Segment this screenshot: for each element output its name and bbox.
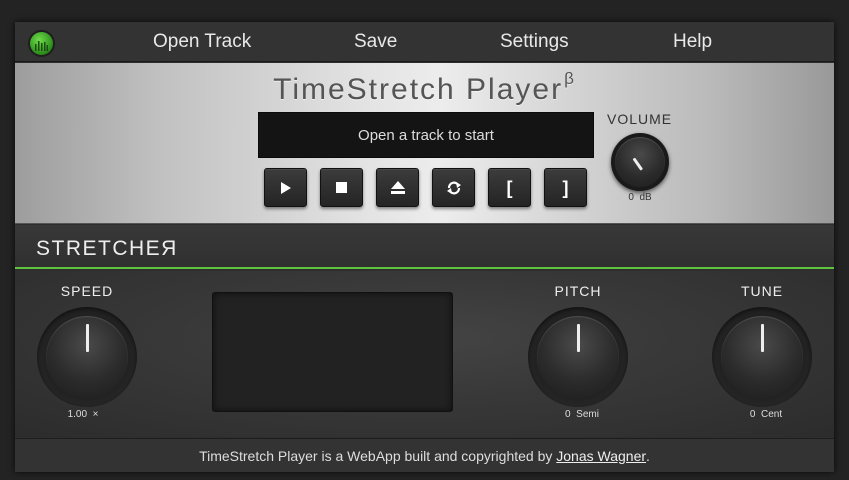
beta-superscript: β [564, 69, 576, 88]
speed-knob-cap [46, 316, 128, 398]
stretcher-header: STRETCHEЯ [15, 225, 834, 269]
volume-knob[interactable] [611, 133, 669, 191]
volume-knob-indicator [632, 157, 643, 171]
stop-button[interactable] [320, 168, 363, 207]
volume-value: 0 dB [611, 192, 669, 203]
nav-open-track[interactable]: Open Track [153, 31, 251, 53]
app-window: Open Track Save Settings Help TimeStretc… [15, 22, 834, 472]
top-nav: Open Track Save Settings Help [15, 22, 834, 62]
waveform-logo-icon[interactable] [30, 32, 53, 55]
pitch-knob-cap [537, 316, 619, 398]
nav-save[interactable]: Save [354, 31, 397, 53]
eject-button[interactable] [376, 168, 419, 207]
track-display-text: Open a track to start [358, 126, 494, 144]
nav-help[interactable]: Help [673, 31, 712, 53]
pitch-value: 0 Semi [532, 409, 632, 420]
tune-label: TUNE [740, 283, 784, 299]
pitch-value-number: 0 [565, 409, 571, 420]
pitch-knob-indicator [576, 324, 580, 352]
bracket-open-icon: [ [506, 177, 513, 198]
footer: TimeStretch Player is a WebApp built and… [15, 438, 834, 472]
xy-pad[interactable] [212, 292, 453, 412]
loop-icon [446, 181, 461, 194]
volume-value-unit: dB [639, 192, 652, 203]
footer-suffix: . [646, 447, 650, 464]
speed-value-unit: × [92, 409, 99, 420]
app-title: TimeStretch Playerβ [15, 69, 834, 107]
tune-knob-indicator [760, 324, 764, 352]
play-icon [280, 181, 291, 194]
bracket-close-icon: ] [562, 177, 569, 198]
tune-knob[interactable] [712, 307, 812, 407]
loop-end-button[interactable]: ] [544, 168, 587, 207]
eject-icon [390, 181, 405, 194]
author-link[interactable]: Jonas Wagner [556, 448, 646, 464]
nav-settings[interactable]: Settings [500, 31, 569, 53]
volume-value-number: 0 [628, 192, 634, 203]
stop-icon [336, 182, 347, 193]
speed-knob[interactable] [37, 307, 137, 407]
pitch-label: PITCH [554, 283, 602, 299]
player-panel: TimeStretch Playerβ Open a track to star… [15, 63, 834, 224]
track-display: Open a track to start [258, 112, 594, 158]
app-title-text: TimeStretch Player [273, 73, 564, 106]
tune-knob-cap [721, 316, 803, 398]
stretcher-title: STRETCHEЯ [36, 237, 178, 260]
tune-value: 0 Cent [716, 409, 816, 420]
tune-value-number: 0 [749, 409, 756, 420]
footer-text: TimeStretch Player is a WebApp built and… [199, 447, 553, 464]
loop-button[interactable] [432, 168, 475, 207]
pitch-value-unit: Semi [576, 409, 599, 420]
speed-value-number: 1.00 [67, 409, 88, 420]
volume-knob-cap [615, 137, 665, 187]
loop-start-button[interactable]: [ [488, 168, 531, 207]
pitch-knob[interactable] [528, 307, 628, 407]
speed-value: 1.00 × [33, 409, 133, 420]
speed-knob-indicator [85, 324, 89, 352]
volume-label: VOLUME [607, 111, 673, 127]
speed-label: SPEED [60, 283, 114, 299]
tune-value-unit: Cent [761, 409, 783, 420]
play-button[interactable] [264, 168, 307, 207]
